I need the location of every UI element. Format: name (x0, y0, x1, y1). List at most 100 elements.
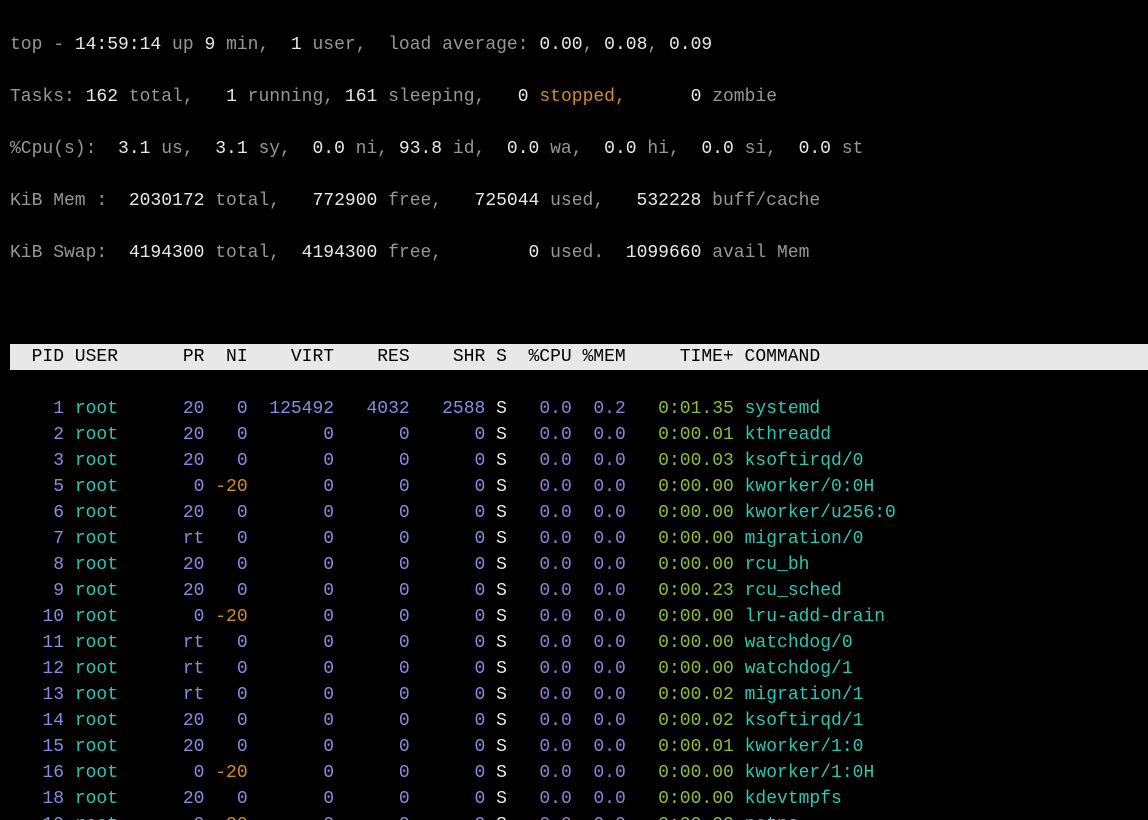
col-pr: 20 (172, 451, 204, 471)
process-row[interactable]: 5 root 0 -20 0 0 0 S 0.0 0.0 0:00.00 kwo… (10, 474, 1148, 500)
process-row[interactable]: 1 root 20 0 125492 4032 2588 S 0.0 0.2 0… (10, 396, 1148, 422)
col-time: 0:00.00 (626, 659, 734, 679)
col-ni: 0 (204, 399, 247, 419)
col-cpu: 0.0 (507, 607, 572, 627)
col-command: kthreadd (745, 425, 831, 445)
col-virt: 0 (248, 815, 334, 820)
col-state: S (485, 815, 507, 820)
process-row[interactable]: 7 root rt 0 0 0 0 S 0.0 0.0 0:00.00 migr… (10, 526, 1148, 552)
col-pr: 20 (172, 581, 204, 601)
process-row[interactable]: 11 root rt 0 0 0 0 S 0.0 0.0 0:00.00 wat… (10, 630, 1148, 656)
col-shr: 0 (410, 763, 486, 783)
col-virt: 0 (248, 737, 334, 757)
process-table-body: 1 root 20 0 125492 4032 2588 S 0.0 0.2 0… (10, 396, 1148, 820)
col-state: S (485, 477, 507, 497)
col-virt: 0 (248, 789, 334, 809)
col-cpu: 0.0 (507, 451, 572, 471)
col-pr: 20 (172, 503, 204, 523)
col-shr: 0 (410, 581, 486, 601)
col-state: S (485, 659, 507, 679)
process-row[interactable]: 16 root 0 -20 0 0 0 S 0.0 0.0 0:00.00 kw… (10, 760, 1148, 786)
col-virt: 0 (248, 477, 334, 497)
col-virt: 0 (248, 659, 334, 679)
col-res: 0 (334, 581, 410, 601)
col-shr: 0 (410, 789, 486, 809)
col-shr: 0 (410, 477, 486, 497)
col-user: root (75, 477, 172, 497)
process-row[interactable]: 18 root 20 0 0 0 0 S 0.0 0.0 0:00.00 kde… (10, 786, 1148, 812)
col-time: 0:00.00 (626, 789, 734, 809)
col-user: root (75, 399, 172, 419)
col-pid: 8 (10, 555, 64, 575)
col-virt: 0 (248, 685, 334, 705)
col-user: root (75, 815, 172, 820)
col-user: root (75, 503, 172, 523)
col-pr: 20 (172, 737, 204, 757)
col-mem: 0.0 (572, 685, 626, 705)
col-cpu: 0.0 (507, 815, 572, 820)
col-state: S (485, 607, 507, 627)
summary-line-mem: KiB Mem : 2030172 total, 772900 free, 72… (10, 188, 1148, 214)
process-row[interactable]: 9 root 20 0 0 0 0 S 0.0 0.0 0:00.23 rcu_… (10, 578, 1148, 604)
col-time: 0:00.00 (626, 607, 734, 627)
col-pr: 0 (172, 763, 204, 783)
summary-line-cpu: %Cpu(s): 3.1 us, 3.1 sy, 0.0 ni, 93.8 id… (10, 136, 1148, 162)
col-pid: 12 (10, 659, 64, 679)
col-time: 0:00.01 (626, 425, 734, 445)
col-user: root (75, 633, 172, 653)
col-time: 0:00.03 (626, 451, 734, 471)
process-row[interactable]: 15 root 20 0 0 0 0 S 0.0 0.0 0:00.01 kwo… (10, 734, 1148, 760)
col-pid: 1 (10, 399, 64, 419)
process-row[interactable]: 3 root 20 0 0 0 0 S 0.0 0.0 0:00.03 ksof… (10, 448, 1148, 474)
process-row[interactable]: 10 root 0 -20 0 0 0 S 0.0 0.0 0:00.00 lr… (10, 604, 1148, 630)
process-row[interactable]: 12 root rt 0 0 0 0 S 0.0 0.0 0:00.00 wat… (10, 656, 1148, 682)
col-mem: 0.0 (572, 711, 626, 731)
col-virt: 0 (248, 451, 334, 471)
col-state: S (485, 737, 507, 757)
summary-line-top: top - 14:59:14 up 9 min, 1 user, load av… (10, 32, 1148, 58)
col-user: root (75, 425, 172, 445)
col-cpu: 0.0 (507, 529, 572, 549)
col-time: 0:00.00 (626, 633, 734, 653)
col-res: 4032 (334, 399, 410, 419)
process-row[interactable]: 2 root 20 0 0 0 0 S 0.0 0.0 0:00.01 kthr… (10, 422, 1148, 448)
process-row[interactable]: 13 root rt 0 0 0 0 S 0.0 0.0 0:00.02 mig… (10, 682, 1148, 708)
col-user: root (75, 555, 172, 575)
col-time: 0:00.00 (626, 477, 734, 497)
col-res: 0 (334, 711, 410, 731)
col-mem: 0.0 (572, 581, 626, 601)
process-table-header[interactable]: PID USER PR NI VIRT RES SHR S %CPU %MEM … (10, 344, 1148, 370)
col-cpu: 0.0 (507, 503, 572, 523)
col-mem: 0.0 (572, 737, 626, 757)
col-pid: 3 (10, 451, 64, 471)
col-shr: 0 (410, 737, 486, 757)
col-mem: 0.0 (572, 529, 626, 549)
col-command: kworker/1:0H (745, 763, 875, 783)
col-pr: rt (172, 659, 204, 679)
col-pr: 20 (172, 711, 204, 731)
col-ni: 0 (204, 451, 247, 471)
col-cpu: 0.0 (507, 477, 572, 497)
summary-line-tasks: Tasks: 162 total, 1 running, 161 sleepin… (10, 84, 1148, 110)
process-row[interactable]: 6 root 20 0 0 0 0 S 0.0 0.0 0:00.00 kwor… (10, 500, 1148, 526)
process-row[interactable]: 19 root 0 -20 0 0 0 S 0.0 0.0 0:00.00 ne… (10, 812, 1148, 820)
col-res: 0 (334, 555, 410, 575)
process-row[interactable]: 14 root 20 0 0 0 0 S 0.0 0.0 0:00.02 kso… (10, 708, 1148, 734)
col-pid: 11 (10, 633, 64, 653)
col-pr: 0 (172, 607, 204, 627)
col-virt: 125492 (248, 399, 334, 419)
col-mem: 0.0 (572, 815, 626, 820)
col-state: S (485, 581, 507, 601)
col-cpu: 0.0 (507, 581, 572, 601)
col-shr: 0 (410, 711, 486, 731)
col-ni: 0 (204, 555, 247, 575)
col-ni: 0 (204, 737, 247, 757)
col-pid: 15 (10, 737, 64, 757)
col-pr: rt (172, 685, 204, 705)
col-time: 0:00.01 (626, 737, 734, 757)
col-shr: 0 (410, 425, 486, 445)
col-user: root (75, 737, 172, 757)
col-ni: 0 (204, 581, 247, 601)
col-state: S (485, 399, 507, 419)
process-row[interactable]: 8 root 20 0 0 0 0 S 0.0 0.0 0:00.00 rcu_… (10, 552, 1148, 578)
